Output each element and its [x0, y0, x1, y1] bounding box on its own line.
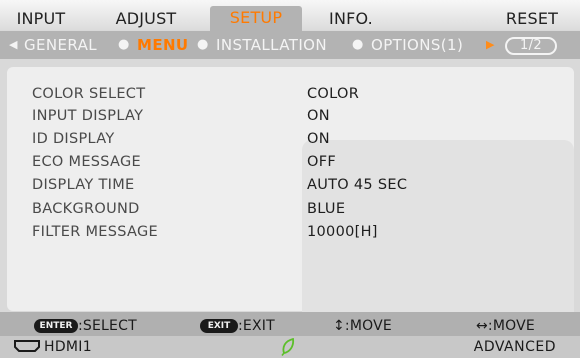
sub-tab-bar: ◀ GENERAL ● MENU ● INSTALLATION ● OPTION… — [0, 31, 580, 59]
subtab-general[interactable]: GENERAL — [24, 37, 97, 53]
triangle-left-icon[interactable]: ◀ — [9, 37, 18, 53]
separator-dot: ● — [118, 37, 130, 52]
subtab-installation[interactable]: INSTALLATION — [216, 37, 327, 53]
tab-input[interactable]: INPUT — [10, 7, 72, 30]
setting-label-filter-message[interactable]: FILTER MESSAGE — [32, 223, 158, 241]
main-tab-bar: INPUT ADJUST SETUP INFO. RESET — [0, 0, 580, 32]
help-move-leftright: ↔:MOVE — [476, 318, 535, 334]
subtab-menu[interactable]: MENU — [137, 37, 189, 53]
setting-label-background[interactable]: BACKGROUND — [32, 200, 140, 218]
enter-key-badge: ENTER — [34, 319, 78, 333]
setting-value-filter-message[interactable]: 10000[H] — [307, 223, 378, 241]
hdmi-connector-icon — [14, 340, 40, 352]
exit-key-badge: EXIT — [200, 319, 238, 333]
tab-info[interactable]: INFO. — [322, 7, 380, 30]
setting-label-id-display[interactable]: ID DISPLAY — [32, 130, 115, 148]
subtab-options-1[interactable]: OPTIONS(1) — [371, 37, 463, 53]
menu-mode-label: ADVANCED — [473, 339, 556, 355]
page-indicator: 1/2 — [505, 37, 557, 55]
setting-value-background[interactable]: BLUE — [307, 200, 345, 218]
separator-dot: ● — [352, 37, 364, 52]
separator-dot: ● — [197, 37, 209, 52]
setting-value-display-time[interactable]: AUTO 45 SEC — [307, 176, 407, 194]
setting-label-input-display[interactable]: INPUT DISPLAY — [32, 107, 143, 125]
tab-setup[interactable]: SETUP — [210, 6, 302, 32]
help-exit: :EXIT — [238, 318, 275, 334]
input-source-label: HDMI1 — [44, 339, 92, 355]
setting-value-color-select[interactable]: COLOR — [307, 85, 359, 103]
setting-label-eco-message[interactable]: ECO MESSAGE — [32, 153, 141, 171]
setting-label-display-time[interactable]: DISPLAY TIME — [32, 176, 134, 194]
help-move-updown: ↕:MOVE — [333, 318, 392, 334]
key-help-row: ENTER :SELECT EXIT :EXIT ↕:MOVE ↔:MOVE — [0, 316, 580, 336]
tab-adjust[interactable]: ADJUST — [106, 7, 186, 30]
setting-value-input-display[interactable]: ON — [307, 107, 330, 125]
status-bar: HDMI1 ADVANCED — [0, 336, 580, 358]
footer: ENTER :SELECT EXIT :EXIT ↕:MOVE ↔:MOVE H… — [0, 312, 580, 358]
setting-value-id-display[interactable]: ON — [307, 130, 330, 148]
setting-label-color-select[interactable]: COLOR SELECT — [32, 85, 145, 103]
eco-leaf-icon — [281, 338, 295, 356]
tab-reset[interactable]: RESET — [501, 7, 563, 30]
triangle-right-icon[interactable]: ▶ — [486, 37, 495, 53]
help-select: :SELECT — [78, 318, 137, 334]
setting-value-eco-message[interactable]: OFF — [307, 153, 336, 171]
